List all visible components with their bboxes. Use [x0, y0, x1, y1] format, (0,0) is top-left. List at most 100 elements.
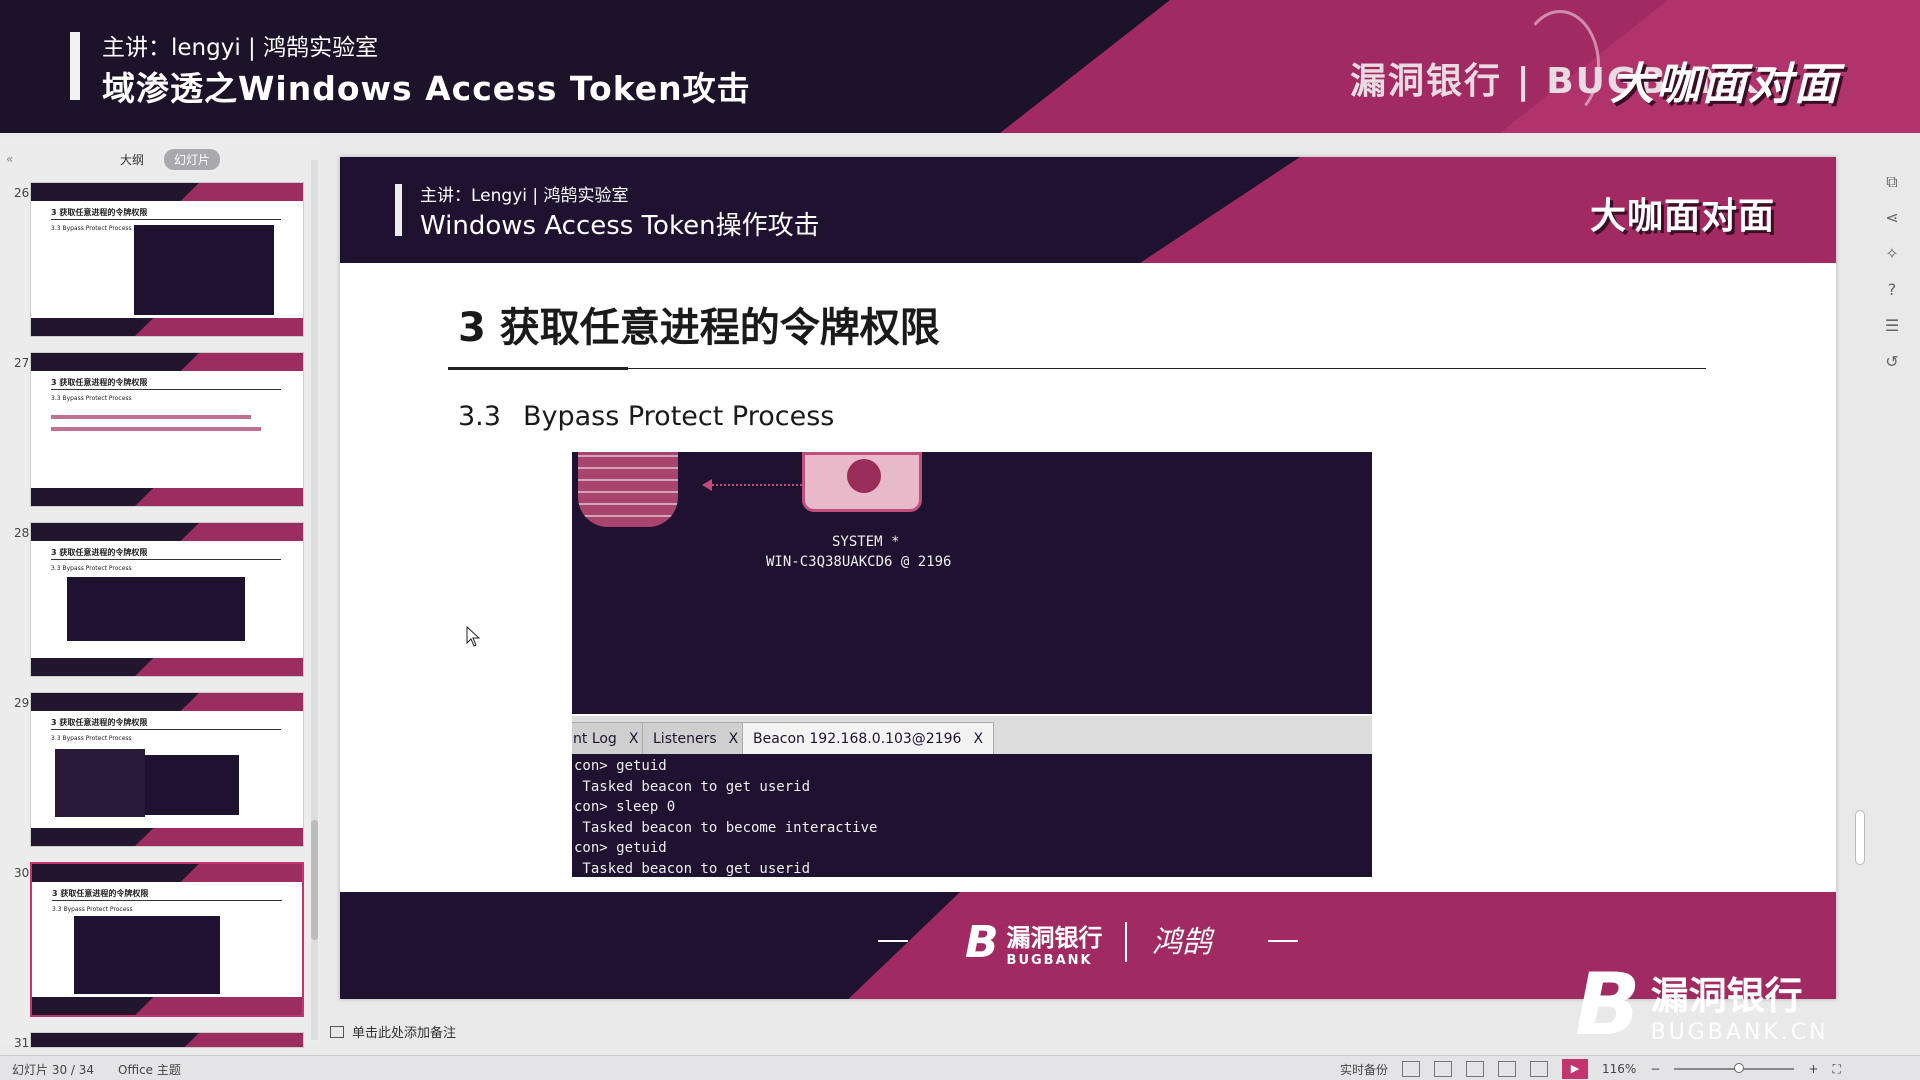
slide-header-bar [395, 184, 402, 236]
status-bar: 幻灯片 30 / 34 Office 主题 实时备份 ▶ 116% − + ⛶ [0, 1055, 1920, 1080]
thumb-header [31, 1033, 303, 1047]
thumb-subtitle: 3.3 Bypass Protect Process [52, 906, 133, 913]
thumbnail-number: 31 [14, 1036, 30, 1050]
notes-pane[interactable]: 单击此处添加备注 [330, 1022, 456, 1041]
bugbank-watermark: B 漏洞银行 BUGBANK.CN [1575, 955, 1829, 1055]
thumb-rule [52, 900, 282, 901]
thumb-header [31, 353, 303, 371]
console-line: con> sleep 0 [574, 799, 676, 815]
thumb-subtitle: 3.3 Bypass Protect Process [51, 735, 132, 742]
history-icon[interactable]: ↺ [1880, 350, 1904, 374]
cloud-backup-status[interactable]: 实时备份 [1340, 1061, 1388, 1078]
thumb-footer [31, 828, 303, 846]
computer-icon [802, 452, 922, 512]
subheading-number: 3.3 [458, 401, 501, 432]
slide-subheading: 3.3 Bypass Protect Process [458, 401, 834, 432]
zoom-level[interactable]: 116% [1602, 1062, 1636, 1076]
theme-name: Office 主题 [118, 1063, 181, 1077]
thumbnail-number: 26 [14, 186, 30, 200]
slide-canvas[interactable]: 主讲：Lengyi | 鸿鹄实验室 Windows Access Token操作… [340, 157, 1836, 999]
share-icon[interactable]: ⋖ [1880, 206, 1904, 230]
scrollbar-thumb[interactable] [311, 820, 318, 940]
normal-view-icon[interactable] [1434, 1061, 1453, 1077]
notes-toggle-icon[interactable] [1402, 1061, 1421, 1077]
thumb-screenshot [74, 916, 220, 994]
heading-rule [448, 368, 1706, 369]
copy-icon[interactable]: ⧉ [1880, 170, 1904, 194]
play-slideshow-icon[interactable]: ▶ [1562, 1059, 1589, 1079]
panel-tabs: 大纲 幻灯片 [110, 149, 221, 170]
bugbank-logo-icon: B [965, 917, 999, 968]
sorter-view-icon[interactable] [1466, 1061, 1485, 1077]
thumb-subtitle: 3.3 Bypass Protect Process [51, 395, 132, 402]
thumbnail-number: 29 [14, 696, 30, 710]
console-line: con> getuid [574, 840, 667, 856]
settings-sliders-icon[interactable]: ☰ [1880, 314, 1904, 338]
slide-thumbnail-31[interactable] [30, 1032, 304, 1048]
slide-header: 主讲：Lengyi | 鸿鹄实验室 Windows Access Token操作… [340, 157, 1836, 263]
watermark-en: BUGBANK.CN [1650, 1020, 1829, 1045]
thumb-title: 3 获取任意进程的令牌权限 [51, 718, 148, 727]
presenter-view-icon[interactable] [1530, 1061, 1549, 1077]
tab-label: nt Log [573, 731, 617, 747]
thumb-text-line [51, 415, 251, 419]
thumb-footer [31, 488, 303, 506]
help-icon[interactable]: ? [1880, 278, 1904, 302]
footer-signature: 鸿鹄 [1152, 925, 1212, 960]
slide-badge: 大咖面对面 [1590, 196, 1776, 237]
thumbnail-number: 30 [14, 866, 30, 880]
reading-view-icon[interactable] [1498, 1061, 1517, 1077]
thumb-rule [51, 219, 281, 220]
slide-thumbnail-27[interactable]: 3 获取任意进程的令牌权限 3.3 Bypass Protect Process [30, 352, 304, 507]
thumb-screenshot [145, 755, 239, 815]
thumb-header [31, 523, 303, 541]
collapse-panel-icon[interactable]: « [6, 152, 13, 166]
thumb-header [32, 864, 302, 882]
slide-thumbnail-26[interactable]: 3 获取任意进程的令牌权限 3.3 Bypass Protect Process [30, 182, 304, 337]
thumb-screenshot [67, 577, 245, 641]
thumb-header [31, 693, 303, 711]
thumbnail-number: 28 [14, 526, 30, 540]
firewall-icon [578, 452, 678, 527]
slide-scrollbar[interactable] [1855, 140, 1865, 1020]
watermark-logo-icon: B [1575, 955, 1641, 1055]
banner-badge: 大咖面对面 [1610, 59, 1840, 110]
zoom-out-icon[interactable]: − [1650, 1062, 1660, 1076]
banner-accent-bar [70, 32, 80, 100]
thumbnail-scrollbar[interactable] [311, 160, 318, 1040]
slide-presenter: 主讲：Lengyi | 鸿鹄实验室 [420, 186, 629, 206]
zoom-slider[interactable] [1674, 1063, 1795, 1073]
slide-thumbnail-30[interactable]: 3 获取任意进程的令牌权限 3.3 Bypass Protect Process [30, 862, 304, 1017]
zoom-slider-knob[interactable] [1734, 1063, 1745, 1073]
zoom-in-icon[interactable]: + [1808, 1062, 1818, 1076]
screenshot-graph-area: SYSTEM * WIN-C3Q38UAKCD6 @ 2196 [572, 452, 1372, 714]
session-user-label: SYSTEM * [832, 534, 900, 550]
video-banner: 主讲：lengyi | 鸿鹄实验室 域渗透之Windows Access Tok… [0, 0, 1920, 133]
footer-dash [878, 940, 908, 942]
close-icon: X [728, 731, 739, 747]
slide-thumbnail-29[interactable]: 3 获取任意进程的令牌权限 3.3 Bypass Protect Process [30, 692, 304, 847]
fit-window-icon[interactable]: ⛶ [1832, 1062, 1840, 1077]
screenshot-tab-active: Beacon 192.168.0.103@2196 X [742, 722, 995, 754]
thumb-subtitle: 3.3 Bypass Protect Process [51, 565, 132, 572]
tab-slides[interactable]: 幻灯片 [164, 149, 221, 170]
notes-placeholder: 单击此处添加备注 [352, 1026, 457, 1041]
pin-icon[interactable]: ✧ [1880, 242, 1904, 266]
tab-label: Listeners [653, 731, 717, 747]
thumb-text-line [51, 427, 261, 431]
thumb-footer [32, 997, 302, 1015]
slide-thumbnail-28[interactable]: 3 获取任意进程的令牌权限 3.3 Bypass Protect Process [30, 522, 304, 677]
embedded-screenshot: SYSTEM * WIN-C3Q38UAKCD6 @ 2196 nt Log X … [572, 452, 1372, 877]
footer-logo-en: BUGBANK [1006, 952, 1093, 968]
tab-label: Beacon 192.168.0.103@2196 [753, 731, 962, 747]
subheading-text: Bypass Protect Process [522, 401, 835, 432]
thumb-header [31, 183, 303, 201]
notes-icon [330, 1025, 344, 1038]
scrollbar-thumb[interactable] [1855, 810, 1865, 865]
thumb-title: 3 获取任意进程的令牌权限 [51, 378, 148, 387]
slide-header-title: Windows Access Token操作攻击 [420, 211, 820, 241]
footer-dash [1268, 940, 1298, 942]
console-line: Tasked beacon to become interactive [574, 819, 878, 836]
tab-outline[interactable]: 大纲 [110, 149, 154, 170]
console-line: Tasked beacon to get userid [574, 778, 811, 795]
